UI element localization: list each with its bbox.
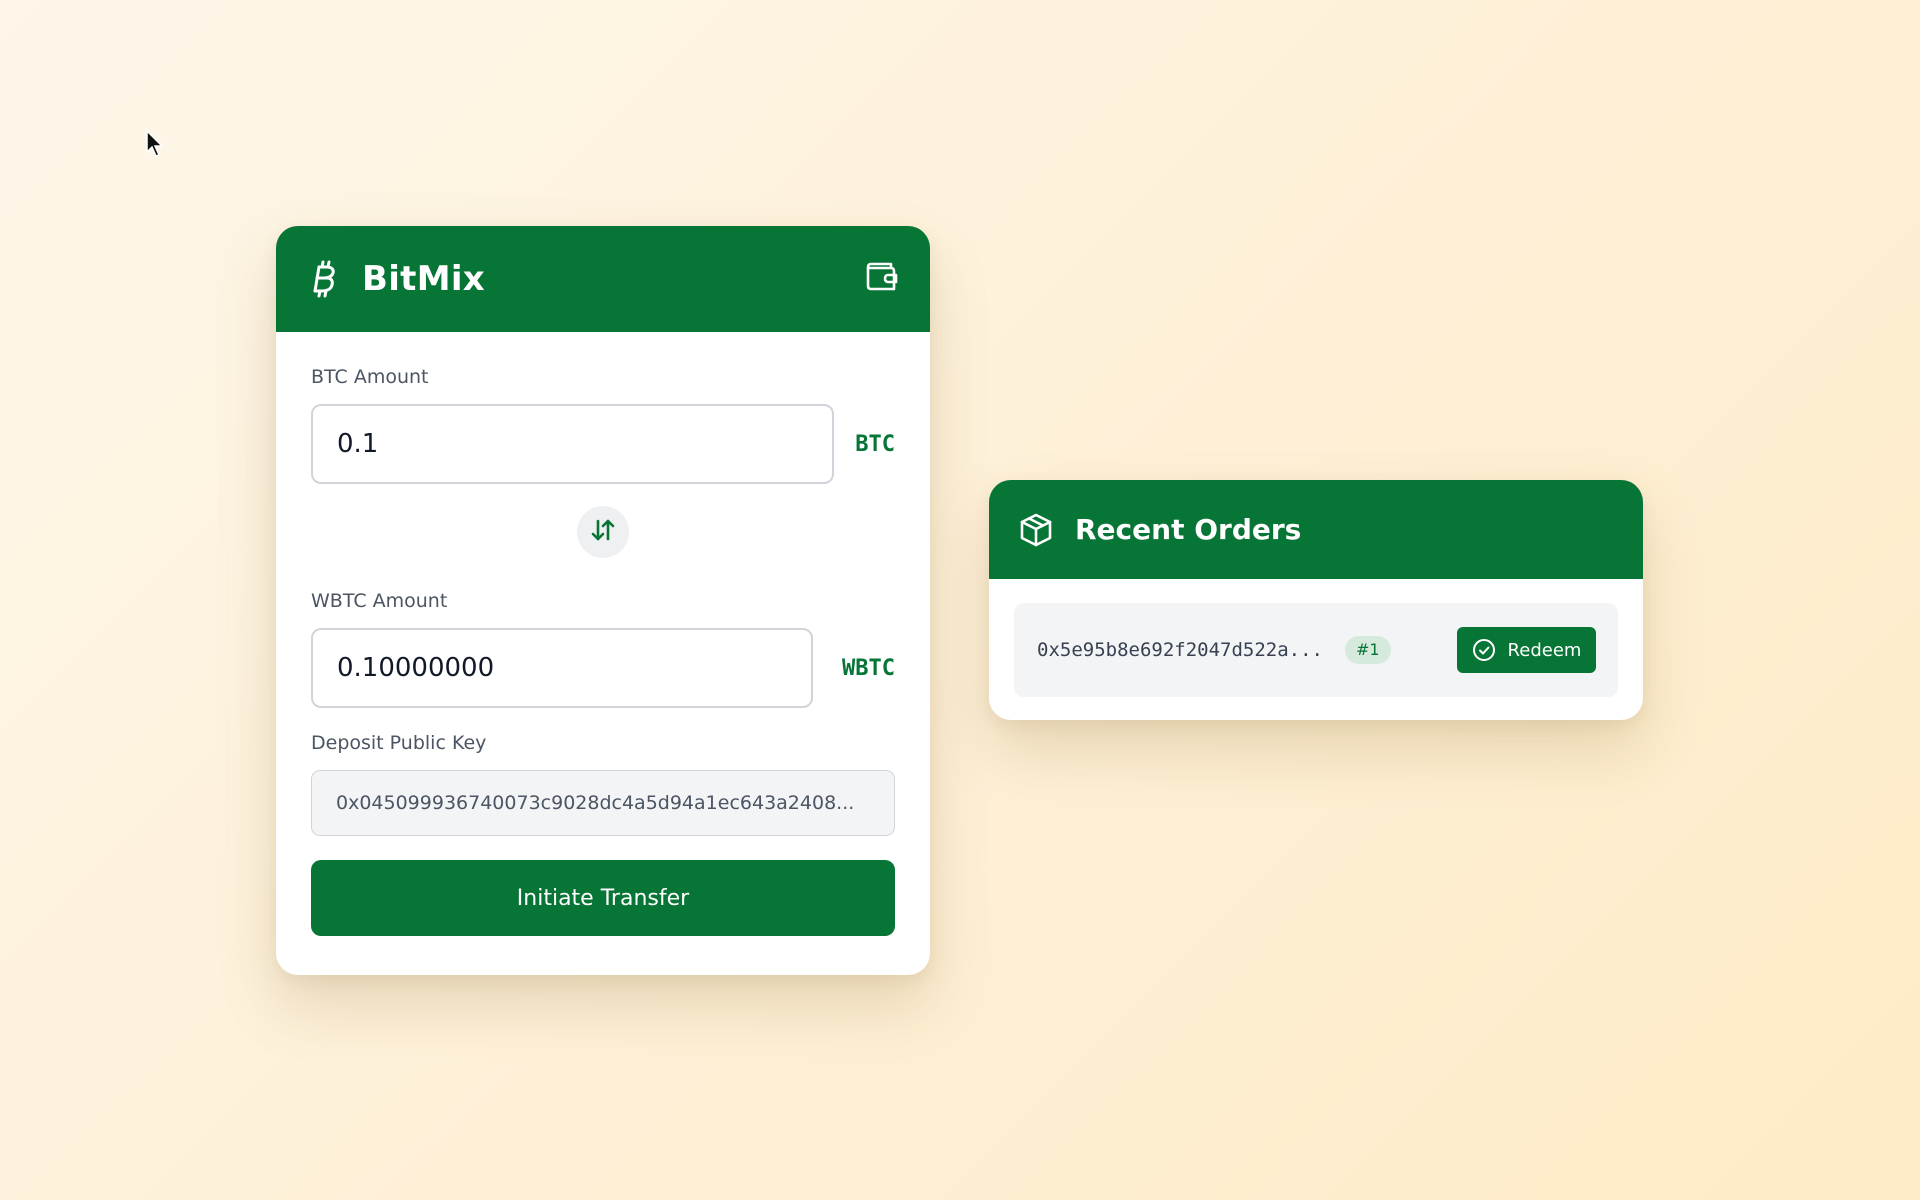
mixer-card: BitMix BTC Amount BTC	[276, 226, 930, 975]
btc-amount-input[interactable]	[311, 404, 834, 484]
swap-button[interactable]	[577, 506, 629, 558]
deposit-key-label: Deposit Public Key	[311, 732, 487, 754]
redeem-button[interactable]: Redeem	[1457, 627, 1596, 673]
order-hash: 0x5e95b8e692f2047d522a...	[1037, 639, 1323, 661]
check-circle-icon	[1472, 638, 1496, 662]
orders-title: Recent Orders	[1075, 513, 1302, 546]
orders-header: Recent Orders	[989, 480, 1643, 579]
wbtc-amount-label: WBTC Amount	[311, 590, 448, 612]
mouse-cursor	[145, 129, 165, 158]
wbtc-unit-label: WBTC	[842, 655, 895, 681]
order-row: 0x5e95b8e692f2047d522a... #1 Redeem	[1014, 603, 1618, 697]
deposit-key-value: 0x045099936740073c9028dc4a5d94a1ec643a24…	[336, 792, 855, 814]
swap-vertical-icon	[589, 516, 617, 548]
redeem-label: Redeem	[1507, 639, 1582, 661]
mixer-header: BitMix	[276, 226, 930, 332]
app-title: BitMix	[362, 259, 486, 299]
bitcoin-icon	[310, 259, 340, 299]
order-number-badge: #1	[1345, 636, 1391, 664]
package-icon	[1019, 512, 1055, 548]
btc-unit-label: BTC	[855, 431, 895, 457]
wbtc-amount-input[interactable]	[311, 628, 813, 708]
btc-amount-label: BTC Amount	[311, 366, 429, 388]
recent-orders-card: Recent Orders 0x5e95b8e692f2047d522a... …	[989, 480, 1643, 720]
deposit-key-field[interactable]: 0x045099936740073c9028dc4a5d94a1ec643a24…	[311, 770, 895, 836]
initiate-transfer-button[interactable]: Initiate Transfer	[311, 860, 895, 936]
wallet-button[interactable]	[864, 260, 900, 296]
wallet-icon	[865, 259, 899, 297]
